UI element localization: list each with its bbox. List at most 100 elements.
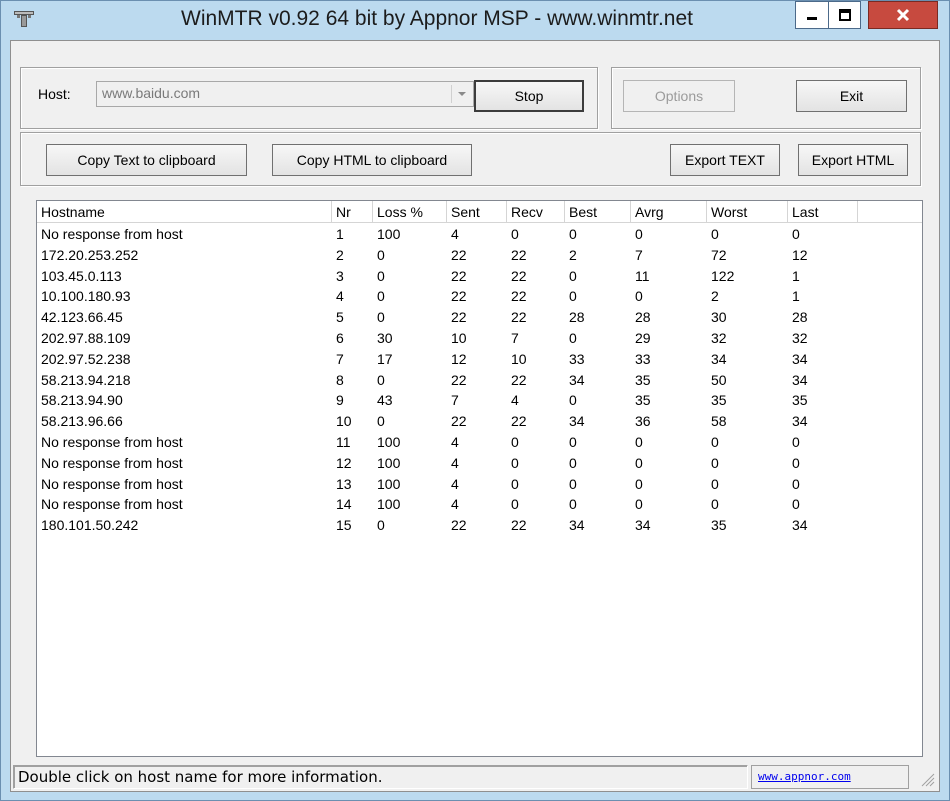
cell-recv: 7	[511, 330, 519, 346]
cell-worst: 35	[711, 517, 727, 534]
table-row[interactable]: No response from host 12 100 4 0 0 0 0 0	[37, 453, 922, 474]
cell-loss: 43	[377, 392, 393, 409]
cell-best: 0	[569, 392, 577, 409]
cell-best: 0	[569, 226, 577, 242]
cell-sent: 22	[451, 288, 467, 305]
exit-button[interactable]: Exit	[796, 80, 907, 112]
cell-last: 32	[792, 330, 808, 346]
cell-last: 34	[792, 517, 808, 534]
cell-nr: 6	[336, 330, 344, 346]
cell-sent: 22	[451, 309, 467, 326]
column-header-worst[interactable]: Worst	[707, 201, 788, 223]
table-row[interactable]: No response from host 1 100 4 0 0 0 0 0	[37, 224, 922, 245]
copy-text-button[interactable]: Copy Text to clipboard	[46, 144, 247, 176]
cell-hostname: No response from host	[41, 454, 183, 471]
table-row[interactable]: 42.123.66.45 5 0 22 22 28 28 30 28	[37, 307, 922, 328]
cell-loss: 100	[377, 454, 401, 471]
table-row[interactable]: 172.20.253.252 2 0 22 22 2 7 72 12	[37, 245, 922, 266]
cell-hostname: 58.213.94.218	[41, 371, 131, 388]
appnor-link[interactable]: www.appnor.com	[751, 765, 909, 789]
title-bar[interactable]: WinMTR v0.92 64 bit by Appnor MSP - www.…	[1, 1, 949, 39]
column-header-sent[interactable]: Sent	[447, 201, 507, 223]
cell-hostname: 202.97.88.109	[41, 330, 131, 346]
maximize-icon	[838, 9, 851, 21]
cell-avrg: 11	[635, 267, 650, 284]
cell-last: 34	[792, 413, 808, 430]
dropdown-arrow-icon[interactable]	[451, 85, 471, 103]
cell-avrg: 36	[635, 413, 651, 430]
cell-sent: 22	[451, 267, 467, 284]
cell-worst: 72	[711, 246, 727, 263]
maximize-button[interactable]	[828, 1, 861, 29]
cell-last: 28	[792, 309, 808, 326]
cell-best: 0	[569, 454, 577, 471]
minimize-button[interactable]	[795, 1, 828, 29]
column-header-recv[interactable]: Recv	[507, 201, 565, 223]
host-combobox[interactable]: www.baidu.com	[96, 81, 474, 107]
column-header-loss[interactable]: Loss %	[373, 201, 447, 223]
cell-loss: 0	[377, 246, 385, 263]
status-message: Double click on host name for more infor…	[13, 765, 748, 789]
cell-last: 35	[792, 392, 808, 409]
cell-avrg: 0	[635, 454, 643, 471]
cell-worst: 2	[711, 288, 719, 305]
cell-loss: 100	[377, 496, 401, 513]
cell-recv: 22	[511, 267, 527, 284]
table-row[interactable]: 58.213.94.90 9 43 7 4 0 35 35 35	[37, 390, 922, 411]
host-label: Host:	[38, 86, 71, 102]
column-header-last[interactable]: Last	[788, 201, 858, 223]
table-row[interactable]: 103.45.0.113 3 0 22 22 0 11 122 1	[37, 266, 922, 287]
table-row[interactable]: 180.101.50.242 15 0 22 22 34 34 35 34	[37, 515, 922, 536]
cell-hostname: No response from host	[41, 475, 183, 492]
table-row[interactable]: No response from host 11 100 4 0 0 0 0 0	[37, 432, 922, 453]
main-panel: Host: www.baidu.com Stop Options Exit Co…	[10, 40, 940, 792]
column-header-nr[interactable]: Nr	[332, 201, 373, 223]
cell-last: 1	[792, 288, 800, 305]
table-row[interactable]: 10.100.180.93 4 0 22 22 0 0 2 1	[37, 286, 922, 307]
cell-best: 0	[569, 475, 577, 492]
cell-avrg: 0	[635, 288, 643, 305]
export-html-button[interactable]: Export HTML	[798, 144, 908, 176]
copy-html-button[interactable]: Copy HTML to clipboard	[272, 144, 472, 176]
table-row[interactable]: No response from host 14 100 4 0 0 0 0 0	[37, 494, 922, 515]
cell-last: 1	[792, 267, 800, 284]
cell-nr: 8	[336, 371, 344, 388]
table-row[interactable]: No response from host 13 100 4 0 0 0 0 0	[37, 474, 922, 495]
column-header-filler	[858, 201, 922, 223]
cell-avrg: 29	[635, 330, 651, 346]
stop-button[interactable]: Stop	[474, 80, 584, 112]
winmtr-app-icon[interactable]	[13, 9, 35, 29]
results-table[interactable]: Hostname Nr Loss % Sent Recv Best Avrg Worst Las…	[36, 200, 923, 757]
cell-best: 2	[569, 246, 577, 263]
options-button[interactable]: Options	[623, 80, 735, 112]
cell-hostname: No response from host	[41, 226, 183, 242]
column-header-best[interactable]: Best	[565, 201, 631, 223]
export-text-button[interactable]: Export TEXT	[670, 144, 780, 176]
cell-worst: 35	[711, 392, 727, 409]
table-header: Hostname Nr Loss % Sent Recv Best Avrg Worst Las…	[37, 201, 922, 223]
table-row[interactable]: 202.97.88.109 6 30 10 7 0 29 32 32	[37, 328, 922, 349]
cell-hostname: No response from host	[41, 434, 183, 450]
table-row[interactable]: 58.213.96.66 10 0 22 22 34 36 58 34	[37, 411, 922, 432]
cell-worst: 34	[711, 350, 727, 367]
host-input[interactable]: www.baidu.com	[102, 85, 200, 101]
cell-loss: 0	[377, 288, 385, 305]
close-button[interactable]	[868, 1, 938, 29]
column-header-avrg[interactable]: Avrg	[631, 201, 707, 223]
cell-sent: 22	[451, 413, 467, 430]
column-header-hostname[interactable]: Hostname	[37, 201, 332, 223]
cell-recv: 22	[511, 288, 527, 305]
cell-loss: 0	[377, 267, 385, 284]
cell-sent: 7	[451, 392, 459, 409]
resize-grip-icon[interactable]	[919, 771, 935, 787]
cell-worst: 0	[711, 454, 719, 471]
app-window: WinMTR v0.92 64 bit by Appnor MSP - www.…	[0, 0, 950, 801]
cell-sent: 4	[451, 434, 459, 450]
cell-nr: 9	[336, 392, 344, 409]
cell-hostname: 103.45.0.113	[41, 267, 122, 284]
cell-recv: 4	[511, 392, 519, 409]
cell-nr: 7	[336, 350, 344, 367]
table-row[interactable]: 58.213.94.218 8 0 22 22 34 35 50 34	[37, 370, 922, 391]
cell-worst: 122	[711, 267, 735, 284]
table-row[interactable]: 202.97.52.238 7 17 12 10 33 33 34 34	[37, 349, 922, 370]
